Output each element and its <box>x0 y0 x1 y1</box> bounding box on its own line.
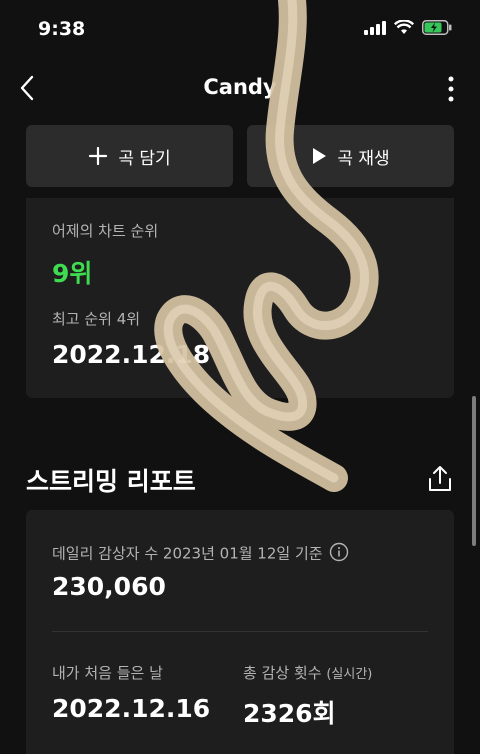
best-rank-label: 최고 순위 4위 <box>52 310 141 328</box>
info-icon[interactable] <box>329 542 349 566</box>
plus-icon <box>89 146 108 166</box>
yesterday-rank-label: 어제의 차트 순위 <box>52 222 159 240</box>
total-plays-label: 총 감상 횟수 <box>243 664 322 682</box>
status-time: 9:38 <box>38 18 86 40</box>
status-icons <box>364 20 452 35</box>
page-title: Candy <box>203 75 277 99</box>
nav-bar: Candy <box>0 60 480 116</box>
daily-listeners-label: 데일리 감상자 수 2023년 01월 12일 기준 <box>52 544 323 563</box>
more-options-button[interactable] <box>444 74 458 104</box>
add-song-label: 곡 담기 <box>118 148 171 169</box>
play-song-button[interactable]: 곡 재생 <box>247 125 454 187</box>
wifi-icon <box>394 20 414 34</box>
yesterday-rank-value: 9위 <box>52 259 93 288</box>
share-button[interactable] <box>426 464 454 494</box>
divider <box>52 631 428 632</box>
battery-icon <box>422 20 452 35</box>
chart-rank-card: 어제의 차트 순위 9위 최고 순위 4위 2022.12.18 <box>26 198 454 398</box>
total-plays-row: 총 감상 횟수 (실시간) <box>243 662 372 683</box>
status-bar: 9:38 <box>0 0 480 56</box>
first-listen-label: 내가 처음 들은 날 <box>52 664 163 682</box>
total-plays-value: 2326회 <box>243 699 336 728</box>
share-icon <box>429 466 451 491</box>
play-icon <box>313 148 327 164</box>
daily-listeners-value: 230,060 <box>52 572 166 601</box>
play-song-label: 곡 재생 <box>337 148 390 169</box>
total-plays-suffix: (실시간) <box>326 667 373 682</box>
more-vertical-icon <box>448 76 454 102</box>
daily-listeners-row: 데일리 감상자 수 2023년 01월 12일 기준 <box>52 542 349 566</box>
signal-icon <box>364 20 386 35</box>
first-listen-date: 2022.12.16 <box>52 694 211 723</box>
scrollbar[interactable] <box>472 396 476 546</box>
streaming-report-title: 스트리밍 리포트 <box>26 467 196 496</box>
streaming-report-card: 데일리 감상자 수 2023년 01월 12일 기준 230,060 내가 처음… <box>26 510 454 754</box>
best-rank-date: 2022.12.18 <box>52 340 211 369</box>
add-song-button[interactable]: 곡 담기 <box>26 125 233 187</box>
